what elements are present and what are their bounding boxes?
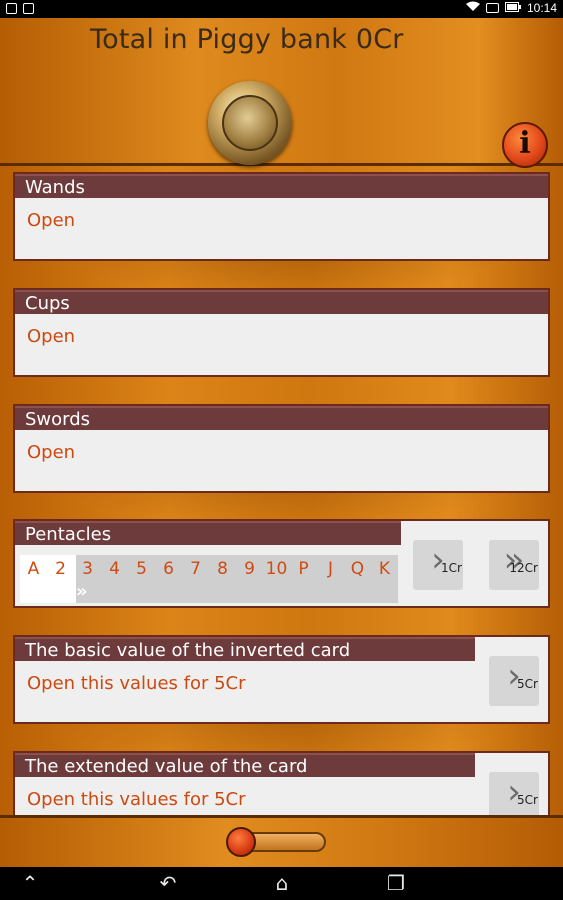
section-pentacles: Pentacles A 2 3 4 5 6 7 8 9 10 P J Q K »… <box>13 519 550 608</box>
section-title: The basic value of the inverted card <box>15 637 475 661</box>
home-button[interactable]: ⌂ <box>262 871 302 896</box>
card-letter[interactable]: 2 <box>47 555 74 583</box>
card-letter[interactable]: 6 <box>155 555 182 583</box>
card-letter[interactable]: P <box>290 555 317 583</box>
card-letter[interactable]: A <box>20 555 47 583</box>
recents-button[interactable]: ❐ <box>376 871 416 896</box>
wifi-icon <box>465 1 480 15</box>
image-icon <box>23 3 34 14</box>
status-left-icons <box>6 3 34 14</box>
buy-values-button[interactable]: › 5Cr <box>489 656 539 706</box>
card-letter[interactable]: 10 <box>263 555 290 583</box>
price-label: 1Cr <box>441 561 462 575</box>
image-icon <box>485 3 499 13</box>
card-letter[interactable]: J <box>317 555 344 583</box>
bottom-bar <box>0 815 563 867</box>
section-title: Pentacles <box>15 521 401 545</box>
status-right-icons: 10:14 <box>465 1 557 15</box>
info-button[interactable]: i <box>502 122 548 168</box>
card-letters: A 2 3 4 5 6 7 8 9 10 P J Q K <box>20 555 398 583</box>
card-letter[interactable]: 7 <box>182 555 209 583</box>
coin-emblem-icon <box>222 95 278 151</box>
card-letter[interactable]: 5 <box>128 555 155 583</box>
section-cups: Cups Open <box>13 288 550 377</box>
battery-icon <box>504 1 521 15</box>
open-all-button[interactable]: » 12Cr <box>489 540 539 590</box>
section-basic-inverted: The basic value of the inverted card Ope… <box>13 635 550 724</box>
section-swords: Swords Open <box>13 404 550 493</box>
system-nav-bar: ⌃ ↶ ⌂ ❐ <box>0 867 563 900</box>
open-values-link[interactable]: Open this values for 5Cr <box>27 673 246 694</box>
section-title: Cups <box>15 290 548 314</box>
open-link[interactable]: Open <box>27 326 75 347</box>
card-letter[interactable]: Q <box>344 555 371 583</box>
next-card-button[interactable]: › 1Cr <box>413 540 463 590</box>
card-letter[interactable]: K <box>371 555 398 583</box>
price-label: 5Cr <box>517 677 538 691</box>
notification-icon <box>6 3 17 14</box>
header: Total in Piggy bank 0Cr i <box>0 18 563 168</box>
card-letter-strip[interactable]: A 2 3 4 5 6 7 8 9 10 P J Q K » <box>20 555 398 603</box>
open-link[interactable]: Open <box>27 210 75 231</box>
section-title: Wands <box>15 174 548 198</box>
open-link[interactable]: Open <box>27 442 75 463</box>
section-title: Swords <box>15 406 548 430</box>
card-letter[interactable]: 4 <box>101 555 128 583</box>
slider-handle[interactable] <box>226 827 256 857</box>
card-letter[interactable]: 9 <box>236 555 263 583</box>
card-letter[interactable]: 8 <box>209 555 236 583</box>
back-button[interactable]: ↶ <box>148 871 188 896</box>
collapse-icon[interactable]: ⌃ <box>10 871 50 896</box>
coin-icon[interactable] <box>208 81 292 165</box>
section-title: The extended value of the card <box>15 753 475 777</box>
card-letter[interactable]: 3 <box>74 555 101 583</box>
page-title: Total in Piggy bank 0Cr <box>90 24 404 55</box>
double-chevron-icon: » <box>76 581 88 602</box>
status-bar: 10:14 <box>0 0 563 18</box>
section-wands: Wands Open <box>13 172 550 261</box>
clock: 10:14 <box>526 1 557 15</box>
price-label: 12Cr <box>509 561 538 575</box>
open-values-link[interactable]: Open this values for 5Cr <box>27 789 246 810</box>
